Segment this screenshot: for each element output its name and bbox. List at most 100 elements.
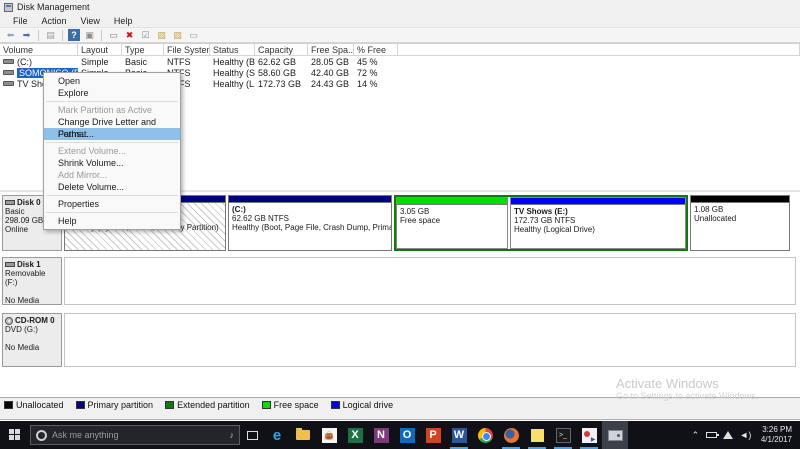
- toolbar-separator: [38, 29, 39, 41]
- legend-logical: Logical drive: [330, 400, 394, 410]
- partition-c[interactable]: (C:) 62.62 GB NTFS Healthy (Boot, Page F…: [228, 195, 392, 251]
- menu-item-delete-volume[interactable]: Delete Volume...: [44, 181, 180, 193]
- menu-item-explore[interactable]: Explore: [44, 87, 180, 99]
- volume-list-header: Volume Layout Type File System Status Ca…: [0, 43, 800, 56]
- legend-label: Logical drive: [342, 400, 394, 410]
- col-pct-free[interactable]: % Free: [354, 43, 398, 56]
- start-button[interactable]: [0, 421, 30, 449]
- window-title: Disk Management: [17, 2, 90, 12]
- taskbar-chrome[interactable]: [472, 421, 498, 449]
- legend-swatch: [165, 401, 175, 409]
- legend-unallocated: Unallocated: [4, 400, 64, 410]
- disk1-info-panel[interactable]: Disk 1 Removable (F:) No Media: [2, 257, 62, 305]
- disk1-type: Removable (F:): [5, 269, 46, 287]
- menu-separator: [46, 212, 178, 213]
- watermark-line2: Go to Settings to activate Windows.: [616, 391, 759, 401]
- menu-view[interactable]: View: [74, 16, 107, 26]
- taskbar-firefox[interactable]: [498, 421, 524, 449]
- legend-primary: Primary partition: [75, 400, 153, 410]
- partition-e[interactable]: TV Shows (E:) 172.73 GB NTFS Healthy (Lo…: [510, 197, 686, 249]
- listbox-icon[interactable]: [187, 29, 200, 41]
- app-icon: [4, 2, 13, 12]
- excel-icon: [347, 427, 363, 443]
- taskbar-excel[interactable]: [342, 421, 368, 449]
- menu-file[interactable]: File: [6, 16, 35, 26]
- task-view-button[interactable]: [240, 421, 264, 449]
- forward-icon[interactable]: [20, 29, 33, 41]
- console-tree-icon[interactable]: [44, 29, 57, 41]
- legend-swatch: [4, 401, 13, 409]
- activate-windows-watermark: Activate Windows Go to Settings to activ…: [616, 376, 758, 401]
- partition-size: Unallocated: [694, 214, 737, 223]
- col-volume[interactable]: Volume: [0, 43, 78, 56]
- back-icon[interactable]: [4, 29, 17, 41]
- search-placeholder: Ask me anything: [52, 430, 119, 440]
- menu-item-format[interactable]: Format...: [44, 128, 180, 140]
- col-layout[interactable]: Layout: [78, 43, 122, 56]
- speaker-icon[interactable]: ◄): [738, 430, 753, 440]
- system-tray: ⌃ ◄) 3:26 PM 4/1/2017: [688, 421, 800, 449]
- tray-chevron-icon[interactable]: ⌃: [688, 430, 703, 441]
- doc-check-icon[interactable]: [139, 29, 152, 41]
- col-file-system[interactable]: File System: [164, 43, 210, 56]
- taskbar-word[interactable]: [446, 421, 472, 449]
- menu-item-properties[interactable]: Properties: [44, 198, 180, 210]
- tray-date: 4/1/2017: [760, 435, 792, 444]
- disk-icon: [5, 262, 15, 267]
- menu-item-change-drive-letter[interactable]: Change Drive Letter and Paths...: [44, 116, 180, 139]
- taskbar-quick-assist[interactable]: [576, 421, 602, 449]
- menu-help[interactable]: Help: [107, 16, 140, 26]
- disk1-status: No Media: [5, 296, 40, 305]
- disk-management-icon: [607, 429, 623, 441]
- battery-icon[interactable]: [705, 432, 719, 438]
- table-row[interactable]: (C:) Simple Basic NTFS Healthy (B... 62.…: [0, 56, 800, 67]
- menu-item-help[interactable]: Help: [44, 215, 180, 227]
- taskbar: Ask me anything ♪ ⌃ ◄) 3:26 PM 4/1/2017: [0, 421, 800, 449]
- partition-label: (C:): [232, 205, 246, 214]
- menu-item-shrink-volume[interactable]: Shrink Volume...: [44, 157, 180, 169]
- wifi-icon[interactable]: [722, 431, 733, 439]
- unallocated-region[interactable]: 1.08 GB Unallocated: [690, 195, 790, 251]
- menu-separator: [46, 101, 178, 102]
- cell-status: Healthy (S...: [213, 67, 255, 78]
- menu-action[interactable]: Action: [35, 16, 74, 26]
- col-type[interactable]: Type: [122, 43, 164, 56]
- taskbar-outlook[interactable]: [394, 421, 420, 449]
- toolbar-separator: [101, 29, 102, 41]
- cdrom-info-panel[interactable]: CD-ROM 0 DVD (G:) No Media: [2, 313, 62, 367]
- menu-item-open[interactable]: Open: [44, 75, 180, 87]
- free-space-region[interactable]: 3.05 GB Free space: [396, 197, 508, 249]
- window-icon[interactable]: [83, 29, 96, 41]
- folder-up-icon[interactable]: [155, 29, 168, 41]
- cell-fs: NTFS: [167, 56, 191, 67]
- microphone-icon[interactable]: ♪: [230, 430, 235, 440]
- folder-edit-icon[interactable]: [171, 29, 184, 41]
- taskbar-store[interactable]: [316, 421, 342, 449]
- cell-pct-free: 72 %: [357, 67, 378, 78]
- cell-free: 24.43 GB: [311, 78, 350, 89]
- col-capacity[interactable]: Capacity: [255, 43, 308, 56]
- menu-item-extend-volume: Extend Volume...: [58, 146, 127, 156]
- menu-bar: File Action View Help: [0, 14, 800, 27]
- search-input[interactable]: Ask me anything ♪: [30, 425, 240, 445]
- col-status[interactable]: Status: [210, 43, 255, 56]
- delete-x-icon[interactable]: [123, 29, 136, 41]
- col-free-space[interactable]: Free Spa...: [308, 43, 354, 56]
- taskbar-disk-management-active[interactable]: [602, 421, 628, 449]
- taskbar-powerpoint[interactable]: [420, 421, 446, 449]
- cell-capacity: 58.60 GB: [258, 67, 297, 78]
- taskbar-onenote[interactable]: [368, 421, 394, 449]
- taskbar-file-explorer[interactable]: [290, 421, 316, 449]
- clock[interactable]: 3:26 PM 4/1/2017: [755, 425, 800, 445]
- cdrom-empty-region: [64, 313, 796, 367]
- cd-icon: [5, 316, 13, 325]
- chrome-icon: [477, 427, 493, 443]
- context-menu: Open Explore Mark Partition as Active Ch…: [43, 72, 181, 230]
- taskbar-edge[interactable]: [264, 421, 290, 449]
- partition-status: Healthy (Boot, Page File, Crash Dump, Pr…: [232, 223, 391, 232]
- taskbar-sticky-notes[interactable]: [524, 421, 550, 449]
- sticky-notes-icon: [530, 428, 544, 442]
- popup-icon[interactable]: [107, 29, 120, 41]
- taskbar-cmd[interactable]: [550, 421, 576, 449]
- help-icon[interactable]: [68, 29, 80, 41]
